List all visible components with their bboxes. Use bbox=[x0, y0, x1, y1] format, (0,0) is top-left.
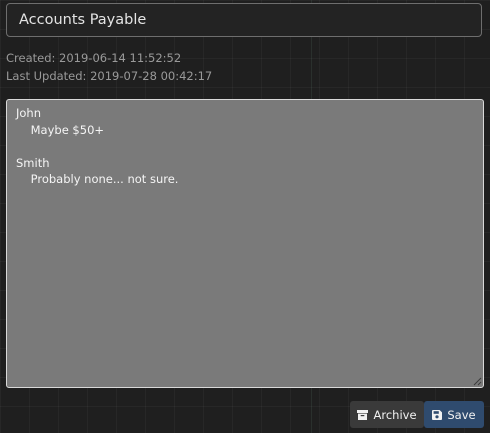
archive-button[interactable]: Archive bbox=[350, 401, 424, 428]
save-button[interactable]: Save bbox=[424, 401, 484, 428]
created-timestamp: Created: 2019-06-14 11:52:52 bbox=[6, 51, 182, 65]
last-updated-timestamp: Last Updated: 2019-07-28 00:42:17 bbox=[6, 69, 213, 83]
archive-button-label: Archive bbox=[373, 407, 417, 422]
save-button-label: Save bbox=[447, 407, 476, 422]
archive-box-icon bbox=[357, 409, 369, 420]
floppy-disk-icon bbox=[432, 409, 443, 420]
notes-textarea[interactable]: John Maybe $50+ Smith Probably none... n… bbox=[6, 99, 484, 388]
title-input[interactable] bbox=[6, 3, 482, 37]
